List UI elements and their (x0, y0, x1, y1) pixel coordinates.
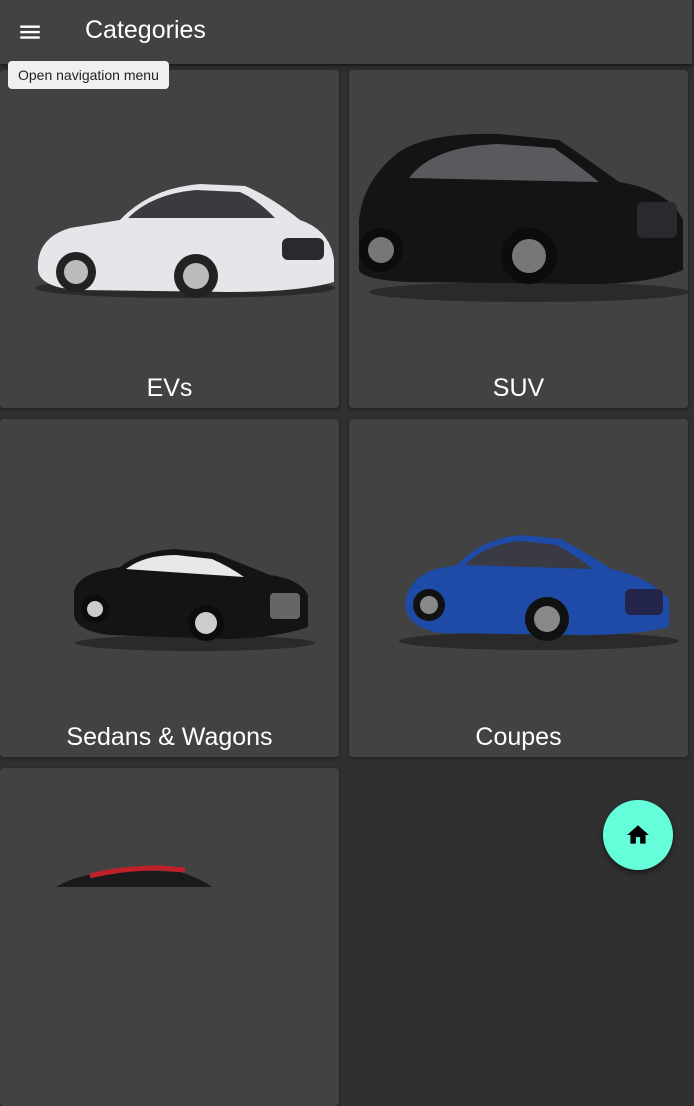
category-label: EVs (146, 374, 193, 402)
home-icon (627, 825, 649, 844)
car-image-coupes (399, 535, 679, 650)
home-button[interactable] (603, 800, 673, 870)
category-card-5[interactable] (0, 768, 339, 1106)
car-image-suv (359, 133, 688, 302)
category-grid: EVs SUV Sedans & Wagons Coupes (0, 70, 694, 1106)
page-title: Categories (85, 16, 206, 44)
car-image-5 (56, 865, 212, 887)
category-label: Sedans & Wagons (66, 723, 273, 751)
category-card-suv[interactable]: SUV (349, 70, 688, 408)
car-image-evs (35, 184, 335, 298)
category-card-coupes[interactable]: Coupes (349, 419, 688, 757)
category-label: SUV (492, 374, 545, 402)
menu-icon (20, 25, 40, 39)
category-card-evs[interactable]: EVs (0, 70, 339, 408)
category-card-sedans-wagons[interactable]: Sedans & Wagons (0, 419, 339, 757)
car-image-sedans-wagons (74, 549, 315, 651)
menu-button[interactable] (10, 12, 50, 52)
category-label: Coupes (475, 723, 562, 751)
app-bar: Categories (0, 0, 692, 64)
menu-tooltip: Open navigation menu (8, 61, 169, 89)
